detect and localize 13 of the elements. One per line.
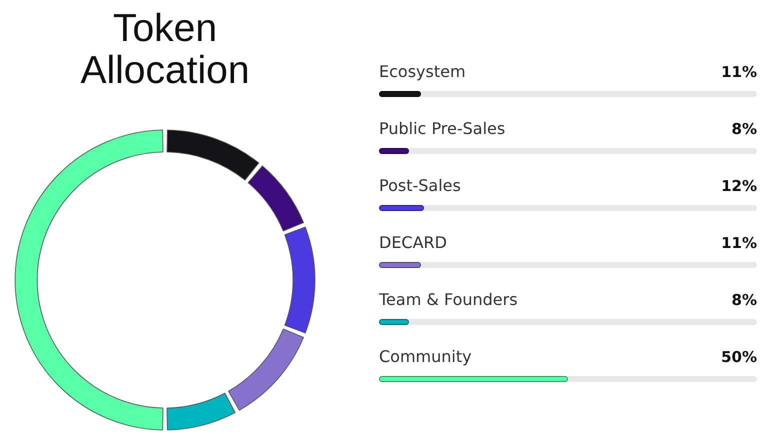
- allocation-percent: 12%: [721, 176, 757, 196]
- allocation-label: DECARD: [379, 233, 447, 253]
- allocation-percent: 8%: [732, 290, 757, 310]
- allocation-percent: 11%: [721, 233, 757, 253]
- allocation-label: Post-Sales: [379, 176, 461, 196]
- allocation-percent: 11%: [721, 62, 757, 82]
- allocation-label: Team & Founders: [379, 290, 518, 310]
- allocation-percent: 8%: [732, 119, 757, 139]
- allocation-label: Public Pre-Sales: [379, 119, 506, 139]
- allocation-label: Ecosystem: [379, 62, 466, 82]
- allocation-label: Community: [379, 347, 472, 367]
- page-title: Token Allocation: [79, 8, 251, 92]
- allocation-percent: 50%: [721, 347, 757, 367]
